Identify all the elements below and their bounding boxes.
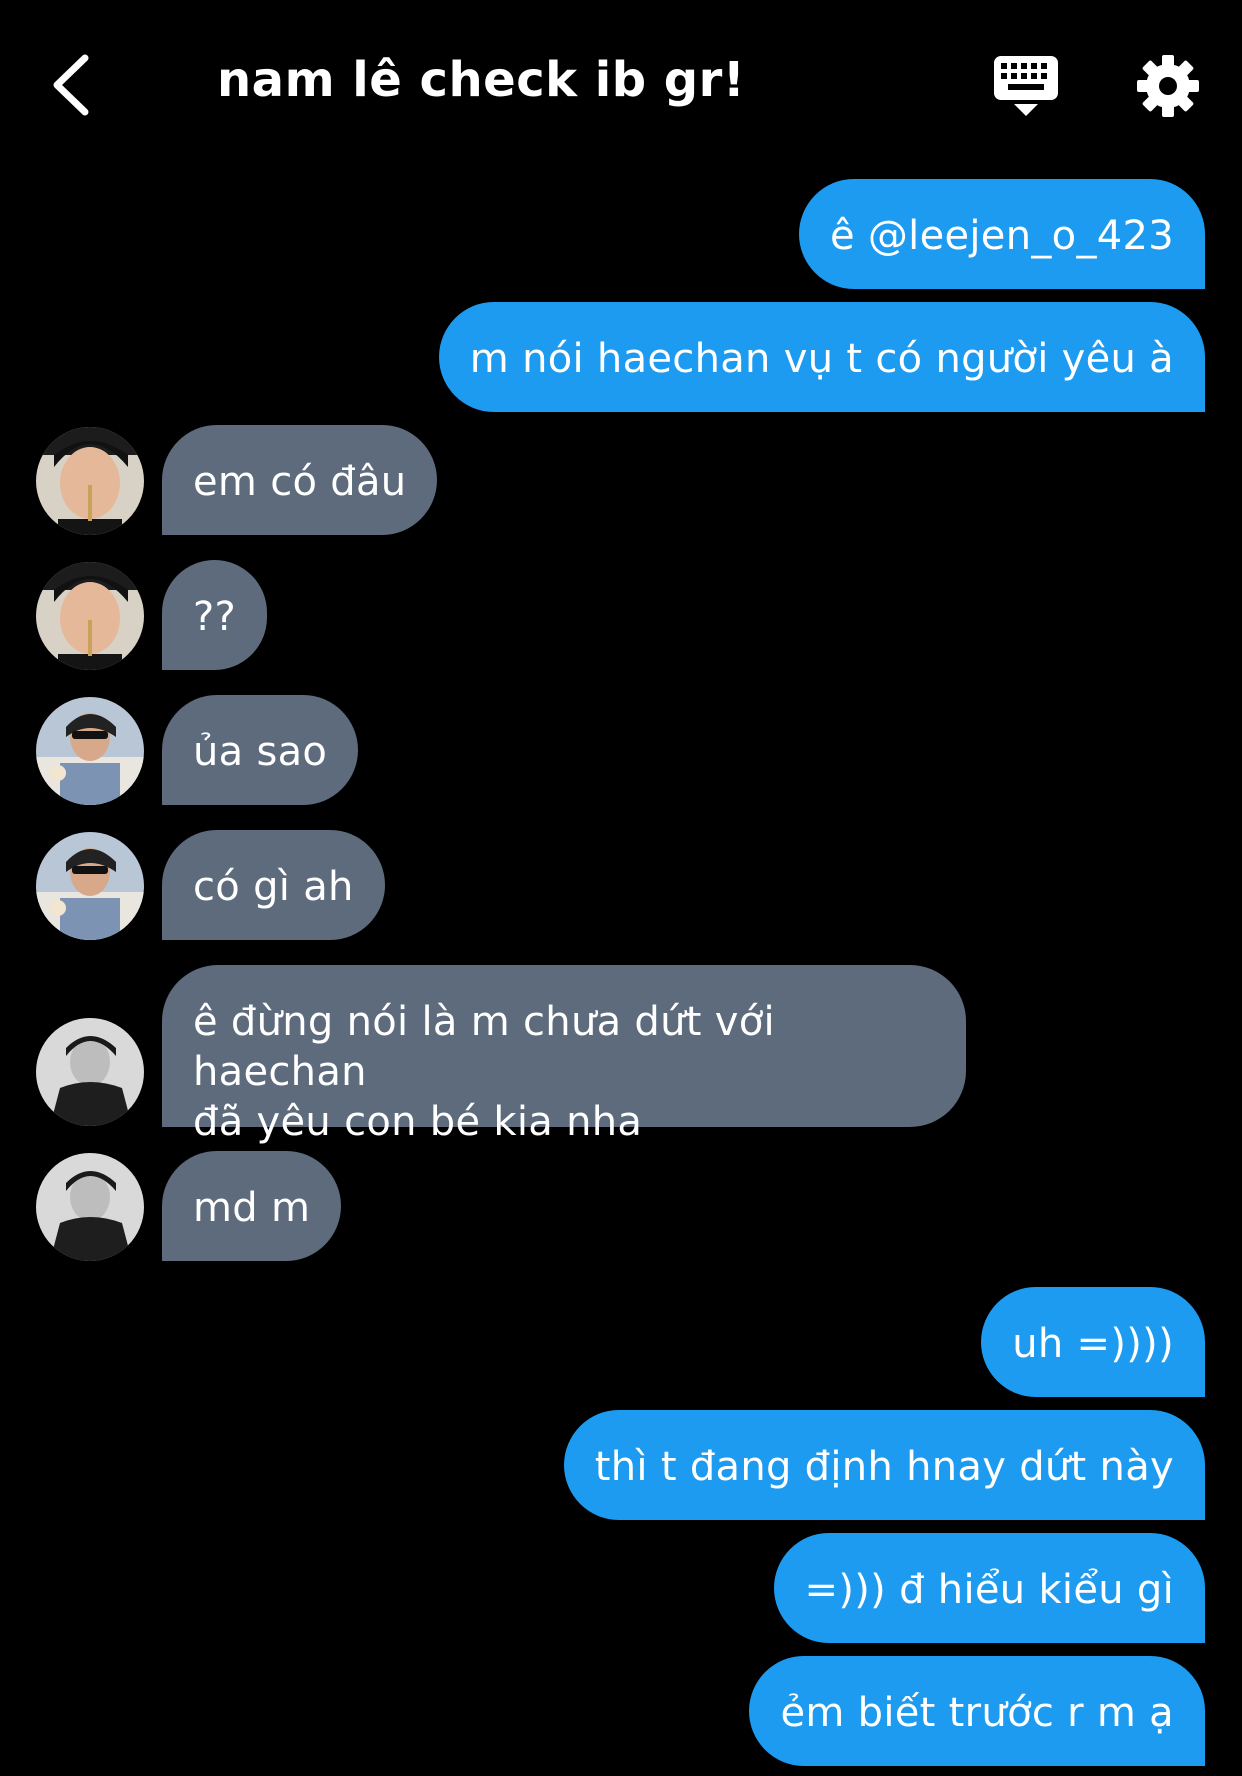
message-bubble-outgoing[interactable]: =))) đ hiểu kiểu gì bbox=[773, 1533, 1205, 1643]
avatar[interactable] bbox=[36, 1153, 144, 1261]
message-text: ?? bbox=[193, 594, 237, 640]
chat-title: nam lê check ib gr! bbox=[217, 52, 746, 108]
message-text: uh =)))) bbox=[1012, 1321, 1174, 1367]
message-bubble-incoming[interactable]: md m bbox=[162, 1151, 342, 1261]
avatar[interactable] bbox=[36, 832, 144, 940]
chat-header: nam lê check ib gr! bbox=[0, 0, 1242, 170]
message-text: ẻm biết trước r m ạ bbox=[780, 1690, 1174, 1736]
message-text: thì t đang định hnay dứt này bbox=[594, 1444, 1174, 1490]
message-text-line: ê đừng nói là m chưa dứt với haechan bbox=[193, 999, 775, 1095]
keyboard-icon bbox=[994, 56, 1058, 116]
chevron-left-icon bbox=[53, 54, 89, 116]
keyboard-button[interactable] bbox=[990, 52, 1062, 120]
settings-button[interactable] bbox=[1136, 54, 1200, 118]
message-bubble-outgoing[interactable]: ê @leejen_o_423 bbox=[798, 179, 1205, 289]
message-text: =))) đ hiểu kiểu gì bbox=[804, 1567, 1174, 1613]
message-bubble-incoming[interactable]: ủa sao bbox=[162, 695, 359, 805]
back-button[interactable] bbox=[36, 50, 106, 120]
message-bubble-outgoing[interactable]: m nói haechan vụ t có người yêu à bbox=[438, 302, 1205, 412]
avatar[interactable] bbox=[36, 562, 144, 670]
message-bubble-incoming[interactable]: có gì ah bbox=[162, 830, 385, 940]
avatar[interactable] bbox=[36, 427, 144, 535]
message-bubble-outgoing[interactable]: uh =)))) bbox=[981, 1287, 1205, 1397]
message-bubble-outgoing[interactable]: thì t đang định hnay dứt này bbox=[563, 1410, 1205, 1520]
message-text: ê @leejen_o_423 bbox=[829, 213, 1174, 259]
message-bubble-incoming[interactable]: ?? bbox=[162, 560, 268, 670]
message-bubble-incoming[interactable]: em có đâu bbox=[162, 425, 438, 535]
message-text: có gì ah bbox=[193, 864, 354, 910]
gear-icon bbox=[1137, 55, 1199, 117]
message-bubble-incoming[interactable]: ê đừng nói là m chưa dứt với haechan đã … bbox=[162, 965, 966, 1145]
message-text: md m bbox=[193, 1185, 311, 1231]
message-text: em có đâu bbox=[193, 459, 407, 505]
avatar[interactable] bbox=[36, 697, 144, 805]
avatar[interactable] bbox=[36, 1018, 144, 1126]
message-text-line: đã yêu con bé kia nha bbox=[193, 1099, 643, 1145]
message-bubble-outgoing[interactable]: ẻm biết trước r m ạ bbox=[749, 1656, 1205, 1766]
message-text: m nói haechan vụ t có người yêu à bbox=[469, 336, 1174, 382]
message-text: ủa sao bbox=[193, 729, 328, 775]
